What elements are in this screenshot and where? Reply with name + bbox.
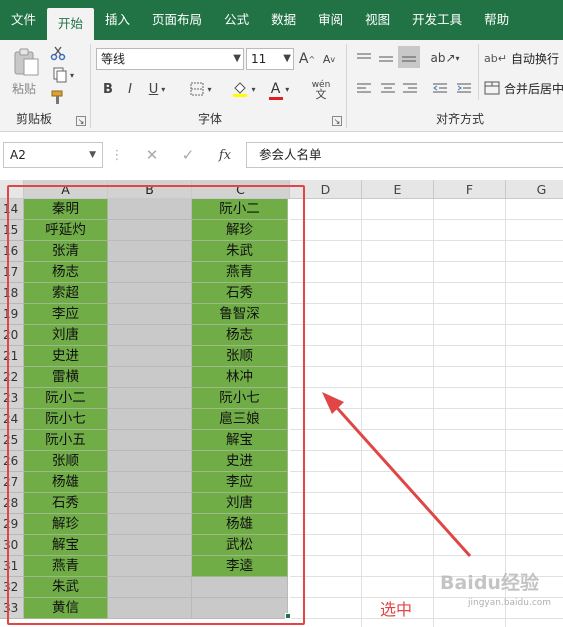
- ribbon: 粘贴 ▾ 剪贴板 ↘ 等线 ▼ 11 ▼ A ^ Av B I U ▾ ▾ ▾ A ▾ w…: [0, 40, 563, 132]
- gridline: [505, 199, 506, 627]
- merge-center-button[interactable]: 合并后居中: [484, 78, 563, 98]
- borders-icon: [190, 82, 204, 96]
- font-launcher-icon[interactable]: ↘: [332, 116, 342, 126]
- font-name-value: 等线: [101, 52, 126, 66]
- insert-function-button[interactable]: fx: [214, 146, 236, 164]
- paste-icon: [14, 48, 39, 76]
- menu-tab[interactable]: 公式: [213, 0, 260, 40]
- cut-icon[interactable]: [48, 44, 68, 62]
- borders-button[interactable]: ▾: [186, 80, 216, 98]
- paste-button[interactable]: 粘贴: [8, 44, 44, 100]
- font-size-value: 11: [251, 52, 267, 66]
- paste-label: 粘贴: [12, 82, 37, 96]
- font-size-combo[interactable]: 11 ▼: [246, 48, 294, 70]
- merge-icon: [484, 81, 500, 95]
- menu-tab[interactable]: 帮助: [473, 0, 520, 40]
- bold-button[interactable]: B: [100, 80, 116, 98]
- menu-tab[interactable]: 审阅: [307, 0, 354, 40]
- phonetic-button[interactable]: wén 文: [304, 78, 338, 102]
- gridline: [290, 471, 563, 472]
- selection-highlight-box: [7, 185, 305, 625]
- gridline: [290, 408, 563, 409]
- format-painter-icon[interactable]: [48, 88, 68, 106]
- menu-bar: 文件 开始 插入 页面布局 公式 数据 审阅 视图 开发工具 帮助: [0, 0, 563, 40]
- gridline: [290, 282, 563, 283]
- formula-input[interactable]: 参会人名单: [246, 142, 563, 168]
- watermark-url: jingyan.baidu.com: [468, 598, 552, 608]
- gridline: [290, 387, 563, 388]
- gridline: [290, 618, 563, 619]
- font-color-button[interactable]: A ▾: [264, 80, 296, 100]
- align-right-button[interactable]: [400, 80, 420, 98]
- orientation-button[interactable]: ab↗ ▾: [430, 48, 460, 68]
- decrease-indent-button[interactable]: [430, 80, 450, 98]
- gridline: [290, 534, 563, 535]
- column-header[interactable]: G: [506, 180, 563, 199]
- gridline: [290, 492, 563, 493]
- gridline: [290, 345, 563, 346]
- formula-bar: A2 ▼ ⋮ ✕ ✓ fx 参会人名单: [0, 140, 563, 170]
- menu-tab[interactable]: 文件: [0, 0, 47, 40]
- font-group-label: 字体: [198, 112, 223, 126]
- chevron-down-icon: ▼: [89, 150, 96, 160]
- enter-icon[interactable]: ✓: [178, 146, 198, 164]
- column-header[interactable]: E: [362, 180, 434, 199]
- font-name-combo[interactable]: 等线 ▼: [96, 48, 244, 70]
- gridline: [290, 303, 563, 304]
- clipboard-group-label: 剪贴板: [16, 112, 53, 126]
- chevron-down-icon: ▼: [283, 53, 291, 64]
- gridline: [290, 555, 563, 556]
- menu-tab[interactable]: 视图: [354, 0, 401, 40]
- separator: [346, 44, 347, 128]
- underline-button[interactable]: U ▾: [144, 80, 170, 98]
- chevron-down-icon: ▼: [233, 53, 241, 64]
- gridline: [290, 429, 563, 430]
- gridline: [290, 366, 563, 367]
- align-center-button[interactable]: [378, 80, 398, 98]
- gridline: [361, 199, 362, 627]
- fill-color-button[interactable]: ▾: [228, 80, 260, 98]
- gridline: [290, 261, 563, 262]
- alignment-group-label: 对齐方式: [436, 112, 485, 126]
- gridline: [290, 450, 563, 451]
- align-middle-button[interactable]: [376, 48, 396, 68]
- name-box[interactable]: A2 ▼: [3, 142, 103, 168]
- gridline: [290, 324, 563, 325]
- grow-font-button[interactable]: A ^: [298, 50, 316, 68]
- more-options-icon: ⋮: [110, 147, 124, 163]
- separator: [90, 44, 91, 128]
- gridline: [290, 513, 563, 514]
- copy-icon[interactable]: ▾: [48, 66, 78, 84]
- menu-tab[interactable]: 开始: [47, 8, 95, 40]
- menu-tab[interactable]: 页面布局: [141, 0, 213, 40]
- align-top-button[interactable]: [354, 48, 374, 68]
- increase-indent-button[interactable]: [454, 80, 474, 98]
- cancel-icon[interactable]: ✕: [142, 146, 162, 164]
- menu-tab[interactable]: 数据: [260, 0, 307, 40]
- gridline: [290, 240, 563, 241]
- shrink-font-button[interactable]: Av: [320, 50, 338, 68]
- menu-tab[interactable]: 开发工具: [401, 0, 473, 40]
- gridline: [433, 199, 434, 627]
- italic-button[interactable]: I: [122, 80, 138, 98]
- orientation-icon: ab↗: [430, 51, 456, 65]
- separator: [478, 44, 479, 100]
- clipboard-launcher-icon[interactable]: ↘: [76, 116, 86, 126]
- watermark: Baidu经验: [440, 572, 539, 594]
- menu-tab[interactable]: 插入: [94, 0, 141, 40]
- gridline: [290, 219, 563, 220]
- wrap-text-icon: ab↵: [484, 51, 507, 65]
- align-left-button[interactable]: [354, 80, 374, 98]
- column-header[interactable]: F: [434, 180, 506, 199]
- annotation-label: 选中: [380, 600, 413, 619]
- align-bottom-button[interactable]: [398, 46, 420, 68]
- fill-bucket-icon: [233, 82, 248, 97]
- wrap-text-button[interactable]: ab↵ 自动换行: [484, 48, 563, 68]
